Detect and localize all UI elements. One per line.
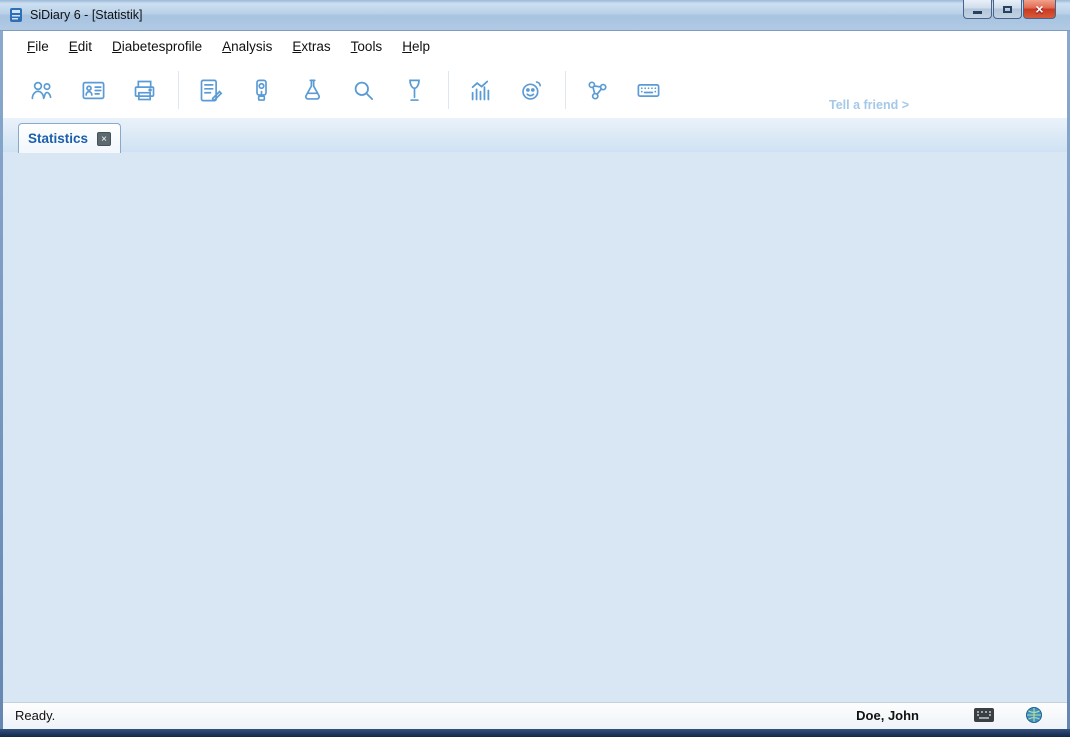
tab-bar: Statistics × <box>3 118 1067 152</box>
minimize-icon <box>973 11 982 14</box>
users-icon[interactable] <box>25 72 59 108</box>
menu-diabetesprofile[interactable]: Diabetesprofile <box>102 35 212 58</box>
main-content <box>3 152 1067 702</box>
current-user: Doe, John <box>856 708 919 723</box>
menu-tools[interactable]: Tools <box>341 35 393 58</box>
close-icon: × <box>1035 2 1043 16</box>
keyboard-icon[interactable] <box>631 72 665 108</box>
lab-flask-icon[interactable] <box>295 72 329 108</box>
printer-icon[interactable] <box>127 72 161 108</box>
status-text: Ready. <box>15 708 55 723</box>
menu-analysis[interactable]: Analysis <box>212 35 282 58</box>
nutrition-icon[interactable] <box>397 72 431 108</box>
window-edge <box>0 30 3 729</box>
toolbar-separator <box>565 71 566 109</box>
keyboard-status-icon[interactable] <box>973 707 995 728</box>
tab-close-icon[interactable]: × <box>97 132 111 146</box>
window-controls: × <box>962 0 1056 19</box>
menu-edit[interactable]: Edit <box>59 35 102 58</box>
window-edge-bottom <box>0 729 1070 737</box>
titlebar: SiDiary 6 - [Statistik] × <box>0 0 1070 31</box>
status-bar: Ready. Doe, John <box>3 702 1067 730</box>
close-button[interactable]: × <box>1023 0 1056 19</box>
smiley-icon[interactable] <box>514 72 548 108</box>
maximize-icon <box>1003 6 1012 13</box>
share-icon[interactable] <box>580 72 614 108</box>
tab-label: Statistics <box>28 131 88 146</box>
app-icon <box>8 7 24 23</box>
toolbar: Tell a friend > <box>3 62 1067 118</box>
tab-statistics[interactable]: Statistics × <box>18 123 121 153</box>
menu-help[interactable]: Help <box>392 35 440 58</box>
toolbar-separator <box>178 71 179 109</box>
window-frame: SiDiary 6 - [Statistik] × FileEditDiabet… <box>0 0 1070 737</box>
menu-extras[interactable]: Extras <box>282 35 340 58</box>
toolbar-separator <box>448 71 449 109</box>
globe-status-icon[interactable] <box>1025 706 1043 729</box>
menubar: FileEditDiabetesprofileAnalysisExtrasToo… <box>3 30 1067 62</box>
minimize-button[interactable] <box>963 0 992 19</box>
menu-file[interactable]: File <box>17 35 59 58</box>
maximize-button[interactable] <box>993 0 1022 19</box>
statistics-icon[interactable] <box>463 72 497 108</box>
logbook-icon[interactable] <box>193 72 227 108</box>
tell-a-friend-link[interactable]: Tell a friend > <box>829 98 909 112</box>
window-title: SiDiary 6 - [Statistik] <box>30 8 143 22</box>
search-icon[interactable] <box>346 72 380 108</box>
contact-card-icon[interactable] <box>76 72 110 108</box>
device-icon[interactable] <box>244 72 278 108</box>
